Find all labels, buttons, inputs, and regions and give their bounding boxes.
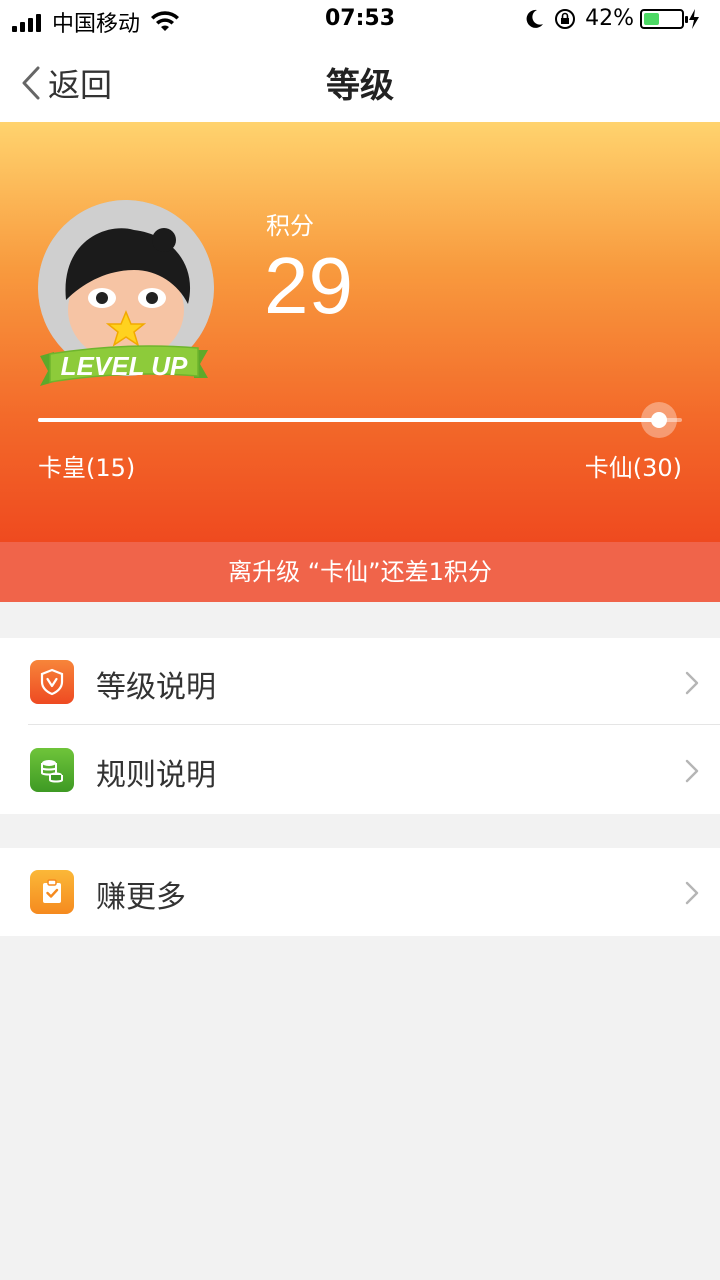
battery-percent: 42% xyxy=(585,6,634,31)
back-button[interactable]: 返回 xyxy=(20,60,112,106)
level-progress-knob xyxy=(641,402,678,438)
rotation-lock-icon xyxy=(555,8,576,29)
level-progress-bar xyxy=(38,402,682,438)
menu-group-info: 等级说明 规则说明 xyxy=(0,638,720,814)
moon-icon xyxy=(526,9,544,28)
back-label: 返回 xyxy=(48,66,113,104)
next-level-label: 卡仙(30) xyxy=(584,454,682,482)
menu-item-label: 等级说明 xyxy=(96,670,216,705)
menu-item-rules-description[interactable]: 规则说明 xyxy=(0,726,720,814)
clipboard-check-icon xyxy=(30,870,74,914)
chevron-right-icon xyxy=(685,671,699,695)
upgrade-hint-banner: 离升级 “卡仙”还差1积分 xyxy=(0,542,720,602)
chevron-right-icon xyxy=(685,759,699,783)
coins-icon xyxy=(30,748,74,792)
divider xyxy=(28,724,720,725)
menu-item-label: 规则说明 xyxy=(96,758,216,793)
charging-icon xyxy=(689,8,699,29)
level-up-badge-text: LEVEL UP xyxy=(60,351,188,381)
level-progress-fill xyxy=(38,418,660,422)
current-level-label: 卡皇(15) xyxy=(38,454,136,482)
level-header: LEVEL UP 积分 29 卡皇(15) 卡仙(30) xyxy=(0,122,720,542)
points-label: 积分 xyxy=(266,212,314,240)
menu-item-label: 赚更多 xyxy=(96,880,186,915)
shield-icon xyxy=(30,660,74,704)
battery-icon xyxy=(640,8,688,29)
chevron-left-icon xyxy=(22,66,40,100)
menu-item-level-description[interactable]: 等级说明 xyxy=(0,638,720,726)
menu-item-earn-more[interactable]: 赚更多 xyxy=(0,848,720,936)
chevron-right-icon xyxy=(685,881,699,905)
nav-bar: 返回 等级 xyxy=(0,40,720,122)
status-bar: 中国移动 07:53 42% xyxy=(0,0,720,40)
points-value: 29 xyxy=(264,241,353,330)
menu-group-earn: 赚更多 xyxy=(0,848,720,936)
